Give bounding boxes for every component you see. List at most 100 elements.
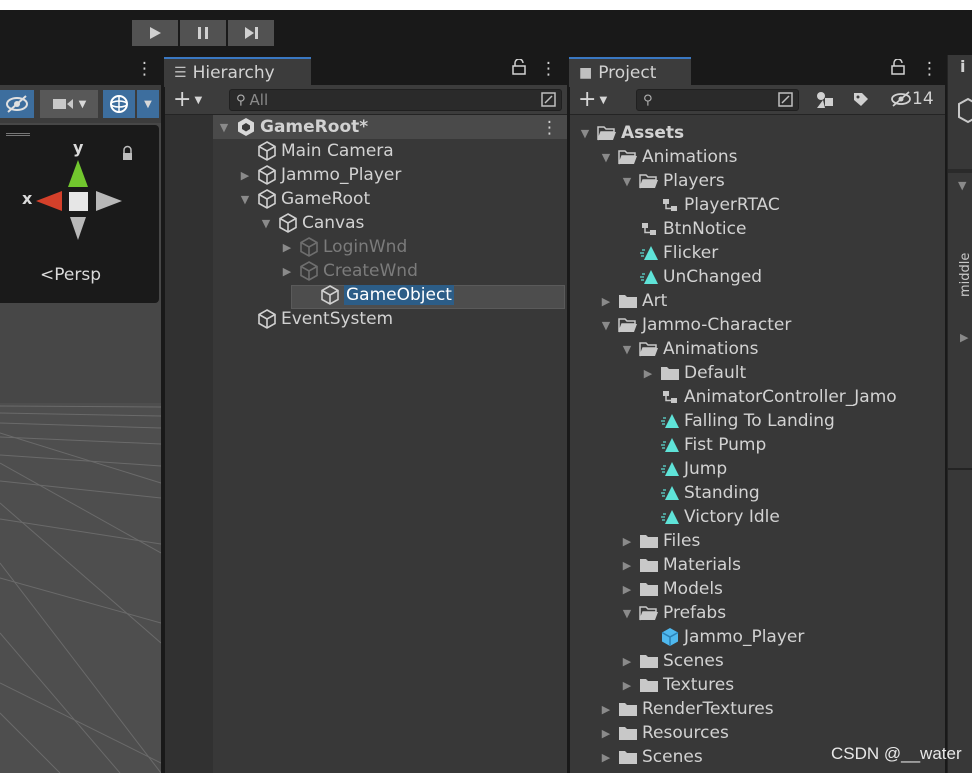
unity-scene-icon (235, 117, 257, 137)
scene-view[interactable]: ▼ ▼ y x <Persp (0, 85, 161, 773)
chevron-right-icon[interactable]: ▶ (620, 679, 634, 692)
project-item[interactable]: ▼ Jammo-Character (599, 313, 792, 337)
project-item[interactable]: UnChanged (620, 265, 762, 289)
tab-hierarchy[interactable]: ☰ Hierarchy (164, 57, 311, 87)
scene-search-icon[interactable] (541, 92, 557, 108)
hierarchy-item[interactable]: ▼ GameRoot (238, 187, 370, 211)
project-item[interactable]: ▶ Files (620, 529, 701, 553)
camera-dropdown[interactable]: ▼ (40, 90, 98, 118)
play-button[interactable] (132, 20, 178, 46)
filter-by-type-icon[interactable] (815, 90, 835, 110)
project-item[interactable]: BtnNotice (620, 217, 746, 241)
chevron-right-icon[interactable]: ▶ (599, 703, 613, 716)
project-item[interactable]: Standing (641, 481, 760, 505)
search-by-type-icon[interactable] (778, 92, 794, 108)
project-item[interactable]: Fist Pump (641, 433, 766, 457)
chevron-right-icon[interactable]: ▶ (960, 331, 968, 344)
lock-icon[interactable] (891, 58, 905, 80)
chevron-right-icon[interactable]: ▶ (599, 295, 613, 308)
chevron-down-icon[interactable]: ▼ (620, 175, 634, 188)
chevron-right-icon[interactable]: ▶ (620, 583, 634, 596)
hierarchy-item[interactable]: ▼ Canvas (259, 211, 365, 235)
project-item-label: UnChanged (663, 267, 763, 287)
chevron-right-icon[interactable]: ▶ (620, 559, 634, 572)
folder-open-icon (638, 171, 660, 191)
project-item[interactable]: ▶ Scenes (599, 745, 703, 769)
project-item[interactable]: ▼ Animations (620, 337, 759, 361)
projection-prefix: < (40, 265, 55, 285)
project-item[interactable]: ▶ RenderTextures (599, 697, 774, 721)
project-search-input[interactable]: ⚲ (636, 89, 799, 111)
orientation-gizmo[interactable]: y x <Persp (0, 125, 159, 303)
project-item[interactable]: ▼ Animations (599, 145, 738, 169)
project-item[interactable]: ▶ Materials (620, 553, 741, 577)
scene-grid (0, 303, 161, 773)
chevron-down-icon[interactable]: ▼ (217, 121, 231, 134)
kebab-menu-icon[interactable]: ⋮ (136, 59, 153, 79)
project-item[interactable]: ▶ Scenes (620, 649, 724, 673)
scene-menu-kebab-icon[interactable]: ⋮ (541, 118, 558, 138)
filter-by-label-icon[interactable] (852, 91, 870, 109)
hierarchy-item[interactable]: ▶ Jammo_Player (238, 163, 402, 187)
hierarchy-item[interactable]: Main Camera (238, 139, 394, 163)
hierarchy-search-input[interactable]: ⚲ All (229, 89, 562, 111)
project-item[interactable]: AnimatorController_Jamo (641, 385, 897, 409)
hierarchy-item[interactable]: GameObject (301, 283, 454, 307)
hierarchy-item[interactable]: ▶ LoginWnd (280, 235, 407, 259)
hierarchy-item[interactable]: ▼ GameRoot* (217, 115, 368, 139)
project-item[interactable]: ▶ Resources (599, 721, 729, 745)
project-toolbar: + ▼ ⚲ 14 (570, 85, 945, 115)
chevron-right-icon[interactable]: ▶ (599, 751, 613, 764)
step-button[interactable] (228, 20, 274, 46)
hierarchy-list-icon: ☰ (174, 65, 187, 81)
project-item[interactable]: Flicker (620, 241, 718, 265)
chevron-right-icon[interactable]: ▶ (280, 241, 294, 254)
project-item-label: Jump (684, 459, 728, 479)
chevron-down-icon[interactable]: ▼ (620, 607, 634, 620)
chevron-right-icon[interactable]: ▶ (599, 727, 613, 740)
chevron-right-icon[interactable]: ▶ (238, 169, 252, 182)
project-item[interactable]: ▶ Default (641, 361, 746, 385)
project-item[interactable]: ▼ Players (620, 169, 725, 193)
projection-toggle[interactable]: <Persp (40, 265, 101, 285)
chevron-right-icon[interactable]: ▶ (641, 367, 655, 380)
project-item[interactable]: ▶ Models (620, 577, 723, 601)
project-item[interactable]: ▼ Prefabs (620, 601, 726, 625)
kebab-menu-icon[interactable]: ⋮ (921, 59, 938, 79)
project-item[interactable]: PlayerRTAC (641, 193, 780, 217)
tab-project[interactable]: ■ Project (569, 57, 691, 87)
chevron-down-icon[interactable]: ▼ (259, 217, 273, 230)
chevron-down-icon[interactable]: ▼ (599, 319, 613, 332)
hidden-toggle-button[interactable] (0, 90, 34, 118)
gizmos-dropdown[interactable]: ▼ (137, 90, 159, 118)
info-icon[interactable]: i (960, 57, 965, 76)
hierarchy-item-label: CreateWnd (323, 261, 418, 281)
chevron-down-icon[interactable]: ▼ (620, 343, 634, 356)
pause-button[interactable] (180, 20, 226, 46)
hierarchy-panel: + ▼ ⚲ All ▼ GameRoot* Main Camera ▶ Jammo_Pla… (165, 85, 567, 773)
gizmo-sphere-icon (110, 95, 128, 113)
chevron-down-icon[interactable]: ▼ (578, 127, 592, 140)
project-item[interactable]: Victory Idle (641, 505, 780, 529)
chevron-down-icon[interactable]: ▼ (599, 151, 613, 164)
hierarchy-item[interactable]: EventSystem (238, 307, 393, 331)
add-asset-button[interactable]: + ▼ (578, 87, 607, 112)
chevron-right-icon[interactable]: ▶ (280, 265, 294, 278)
project-item[interactable]: ▶ Art (599, 289, 668, 313)
project-item[interactable]: ▶ Textures (620, 673, 734, 697)
hidden-packages-toggle[interactable]: 14 (890, 89, 934, 109)
add-button[interactable]: + ▼ (173, 87, 202, 112)
chevron-down-icon[interactable]: ▼ (238, 193, 252, 206)
lock-icon[interactable] (512, 58, 526, 80)
project-item[interactable]: Falling To Landing (641, 409, 835, 433)
project-item[interactable]: Jammo_Player (641, 625, 804, 649)
gizmos-toggle-button[interactable] (103, 90, 135, 118)
chevron-right-icon[interactable]: ▶ (620, 535, 634, 548)
chevron-right-icon[interactable]: ▶ (620, 655, 634, 668)
hierarchy-tabbar: ☰ Hierarchy ⋮ (164, 55, 568, 87)
hierarchy-item[interactable]: ▶ CreateWnd (280, 259, 418, 283)
kebab-menu-icon[interactable]: ⋮ (540, 59, 557, 79)
project-item[interactable]: Jump (641, 457, 727, 481)
project-item[interactable]: ▼ Assets (578, 121, 684, 145)
chevron-down-icon[interactable]: ▼ (958, 179, 966, 192)
